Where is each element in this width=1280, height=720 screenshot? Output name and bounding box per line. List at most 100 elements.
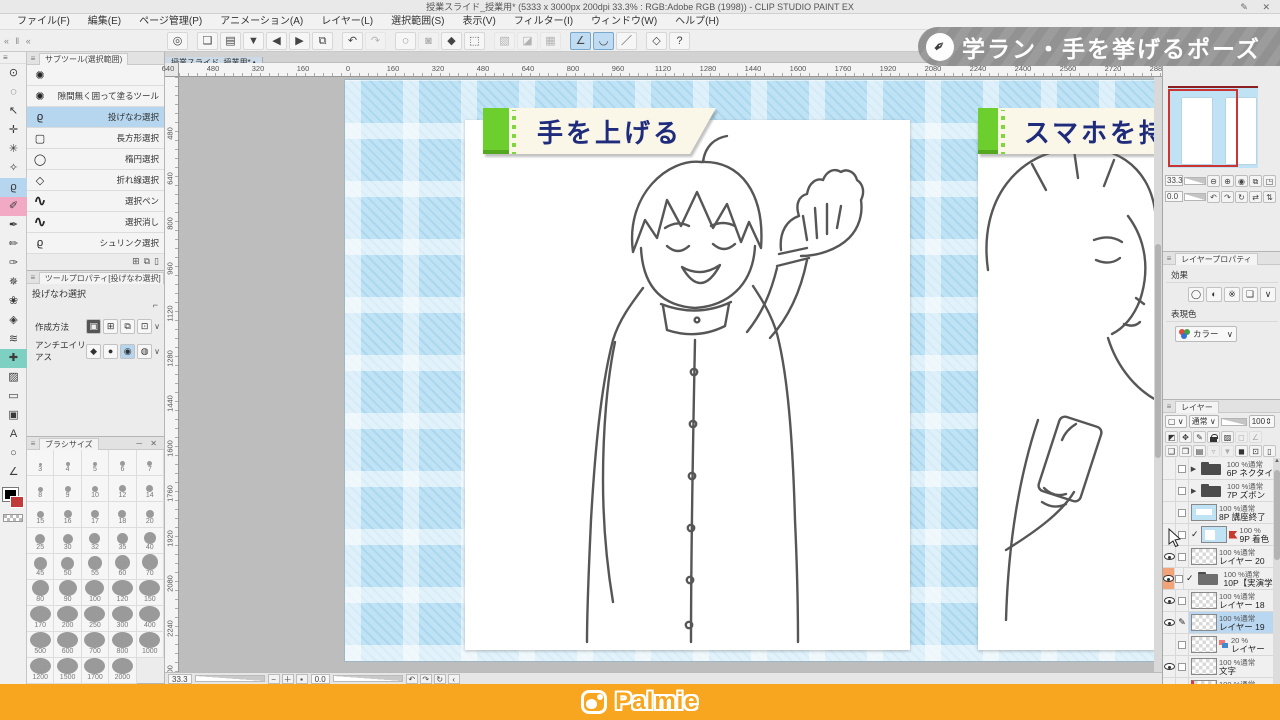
subtool-item-2[interactable]: ϱ投げなわ選択 — [27, 107, 164, 128]
subtool-item-8[interactable]: ϱシュリンク選択 — [27, 233, 164, 254]
canvas-zoom-button[interactable]: − — [268, 674, 280, 684]
layer-check-cell[interactable] — [1176, 656, 1189, 677]
brush-size-2000[interactable]: 2000 — [109, 658, 136, 684]
brush-size-90[interactable]: 90 — [54, 580, 81, 606]
subtool-panel-tab[interactable]: サブツール(選択範囲) — [39, 53, 128, 65]
marker-tool[interactable]: ✐ — [0, 197, 27, 216]
delete-subtool[interactable]: ▯ — [154, 256, 159, 267]
window-controls[interactable]: ✎ ✕ — [1240, 0, 1276, 14]
brush-size-250[interactable]: 250 — [82, 606, 109, 632]
subtool-item-0[interactable]: ✺ — [27, 65, 164, 86]
layer-visibility-cell[interactable] — [1163, 458, 1176, 479]
navigator-rotate-value[interactable]: 0.0 — [1165, 191, 1183, 202]
new-layer-folder[interactable]: ▤ — [1193, 445, 1206, 457]
brush-size-6[interactable]: 6 — [109, 450, 136, 476]
brush-size-60[interactable]: 60 — [109, 554, 136, 580]
eyedropper-tool[interactable]: ✧ — [0, 159, 27, 178]
brush-size-1000[interactable]: 1000 — [137, 632, 164, 658]
add-subtool[interactable]: ⊞ — [132, 256, 140, 267]
brush-size-300[interactable]: 300 — [109, 606, 136, 632]
subtool-item-3[interactable]: ▢長方形選択 — [27, 128, 164, 149]
layer-property-tab[interactable]: レイヤープロパティ — [1175, 253, 1258, 265]
navigator-zoom-slider[interactable] — [1184, 177, 1206, 185]
layer-color-effect[interactable]: ❏ — [1242, 287, 1258, 302]
pencil-tool[interactable]: ✏ — [0, 235, 27, 254]
brush-size-1200[interactable]: 1200 — [27, 658, 54, 684]
enable-mask[interactable]: ◻ — [1235, 431, 1248, 443]
lock-layer[interactable] — [1207, 431, 1220, 443]
brush-size-12[interactable]: 12 — [109, 476, 136, 502]
zoom-out[interactable]: ⊖ — [1207, 175, 1220, 187]
scroll-up-arrow[interactable]: ▲ — [1273, 458, 1280, 467]
save-file[interactable]: ▼ — [243, 32, 264, 50]
menu-item-8[interactable]: ウィンドウ(W) — [582, 14, 666, 30]
expand-arrow-icon[interactable]: ▶ — [1191, 465, 1197, 473]
marquee-tool[interactable]: ◌ — [0, 83, 27, 102]
subtool-item-6[interactable]: ∿選択ペン — [27, 191, 164, 212]
brush-size-5[interactable]: 5 — [82, 450, 109, 476]
transparent-color-chip[interactable] — [3, 514, 23, 522]
deselect[interactable]: ◌ — [395, 32, 416, 50]
menu-item-6[interactable]: 表示(V) — [453, 14, 504, 30]
add-selection[interactable]: ⊞ — [103, 319, 118, 334]
brush-size-1700[interactable]: 1700 — [82, 658, 109, 684]
aa-none[interactable]: ◆ — [86, 344, 101, 359]
layer-row-main[interactable]: 100 %通常レイヤー 20 — [1189, 546, 1273, 567]
clip-studio-logo[interactable]: ◎ — [167, 32, 188, 50]
canvas-rotate-value[interactable]: 0.0 — [311, 674, 330, 684]
new-raster-layer[interactable]: ❑ — [1165, 445, 1178, 457]
layer-row-4[interactable]: 100 %通常レイヤー 20 — [1163, 546, 1273, 568]
brush-size-600[interactable]: 600 — [54, 632, 81, 658]
subtool-item-7[interactable]: ∿選択消し — [27, 212, 164, 233]
layer-row-6[interactable]: 100 %通常レイヤー 18 — [1163, 590, 1273, 612]
menu-item-5[interactable]: 選択範囲(S) — [382, 14, 453, 30]
brush-size-800[interactable]: 800 — [109, 632, 136, 658]
canvas-rotate-button[interactable]: ↻ — [434, 674, 446, 684]
canvas-zoom-button[interactable]: ▪ — [296, 674, 308, 684]
brush-size-120[interactable]: 120 — [109, 580, 136, 606]
brush-size-17[interactable]: 17 — [82, 502, 109, 528]
fit-to-screen[interactable]: ◳ — [1263, 175, 1276, 187]
halftone-effect[interactable]: ※ — [1224, 287, 1240, 302]
layer-visibility-cell[interactable] — [1163, 480, 1176, 501]
navigate-tool[interactable]: ✳ — [0, 140, 27, 159]
layer-visibility-cell[interactable] — [1163, 502, 1176, 523]
layer-check-cell[interactable]: ✎ — [1176, 612, 1189, 633]
rotate-left[interactable]: ↶ — [1207, 191, 1220, 203]
zoom-100[interactable]: ◉ — [1235, 175, 1248, 187]
layer-row-9[interactable]: 100 %通常文字 — [1163, 656, 1273, 678]
canvas-rotate-button[interactable]: ‹ — [448, 674, 460, 684]
layer-row-main[interactable]: 100 %通常レイヤー 19 — [1189, 612, 1273, 633]
blend-mode-select[interactable]: 通常 ∨ — [1189, 415, 1219, 428]
layer-palette-select[interactable]: ▢ ∨ — [1165, 415, 1187, 428]
sub-color-chip[interactable] — [10, 496, 24, 508]
snap-to-grid[interactable]: ▦ — [540, 32, 561, 50]
layer-check-cell[interactable] — [1176, 480, 1189, 501]
next-page[interactable]: ▶ — [289, 32, 310, 50]
brush-size-4[interactable]: 4 — [54, 450, 81, 476]
brush-size-400[interactable]: 400 — [137, 606, 164, 632]
layer-property-menu-icon[interactable]: ≡ — [1163, 254, 1175, 263]
curve-snap[interactable]: ◡ — [593, 32, 614, 50]
ruler-range[interactable]: ∠ — [1249, 431, 1262, 443]
brush-size-200[interactable]: 200 — [54, 606, 81, 632]
brush-size-10[interactable]: 10 — [82, 476, 109, 502]
clip-to-layer-below[interactable]: ◩ — [1165, 431, 1178, 443]
aa-weak[interactable]: ● — [103, 344, 118, 359]
create-new-selection[interactable]: ▣ — [86, 319, 101, 334]
layer-row-main[interactable]: 20 %レイヤー — [1189, 634, 1273, 655]
layer-panel-tab[interactable]: レイヤー — [1175, 401, 1219, 413]
snap-to-special-ruler[interactable]: ◪ — [517, 32, 538, 50]
document-viewport[interactable]: 手を上げる スマホを持 — [179, 77, 1162, 672]
slide-document[interactable]: 手を上げる スマホを持 — [345, 80, 1156, 661]
canvas-zoom-value[interactable]: 33.3 — [168, 674, 192, 684]
brush-size-3[interactable]: 3 — [27, 450, 54, 476]
canvas-rotate-button[interactable]: ↶ — [406, 674, 418, 684]
brush-size-40[interactable]: 40 — [137, 528, 164, 554]
layer-visibility-cell[interactable] — [1163, 590, 1176, 611]
subtool-panel-menu-icon[interactable]: ≡ — [27, 54, 39, 63]
brush-size-14[interactable]: 14 — [137, 476, 164, 502]
canvas-zoom-button[interactable]: ＋ — [282, 674, 294, 684]
reset-rotation[interactable]: ↻ — [1235, 191, 1248, 203]
layer-check-cell[interactable] — [1176, 634, 1189, 655]
